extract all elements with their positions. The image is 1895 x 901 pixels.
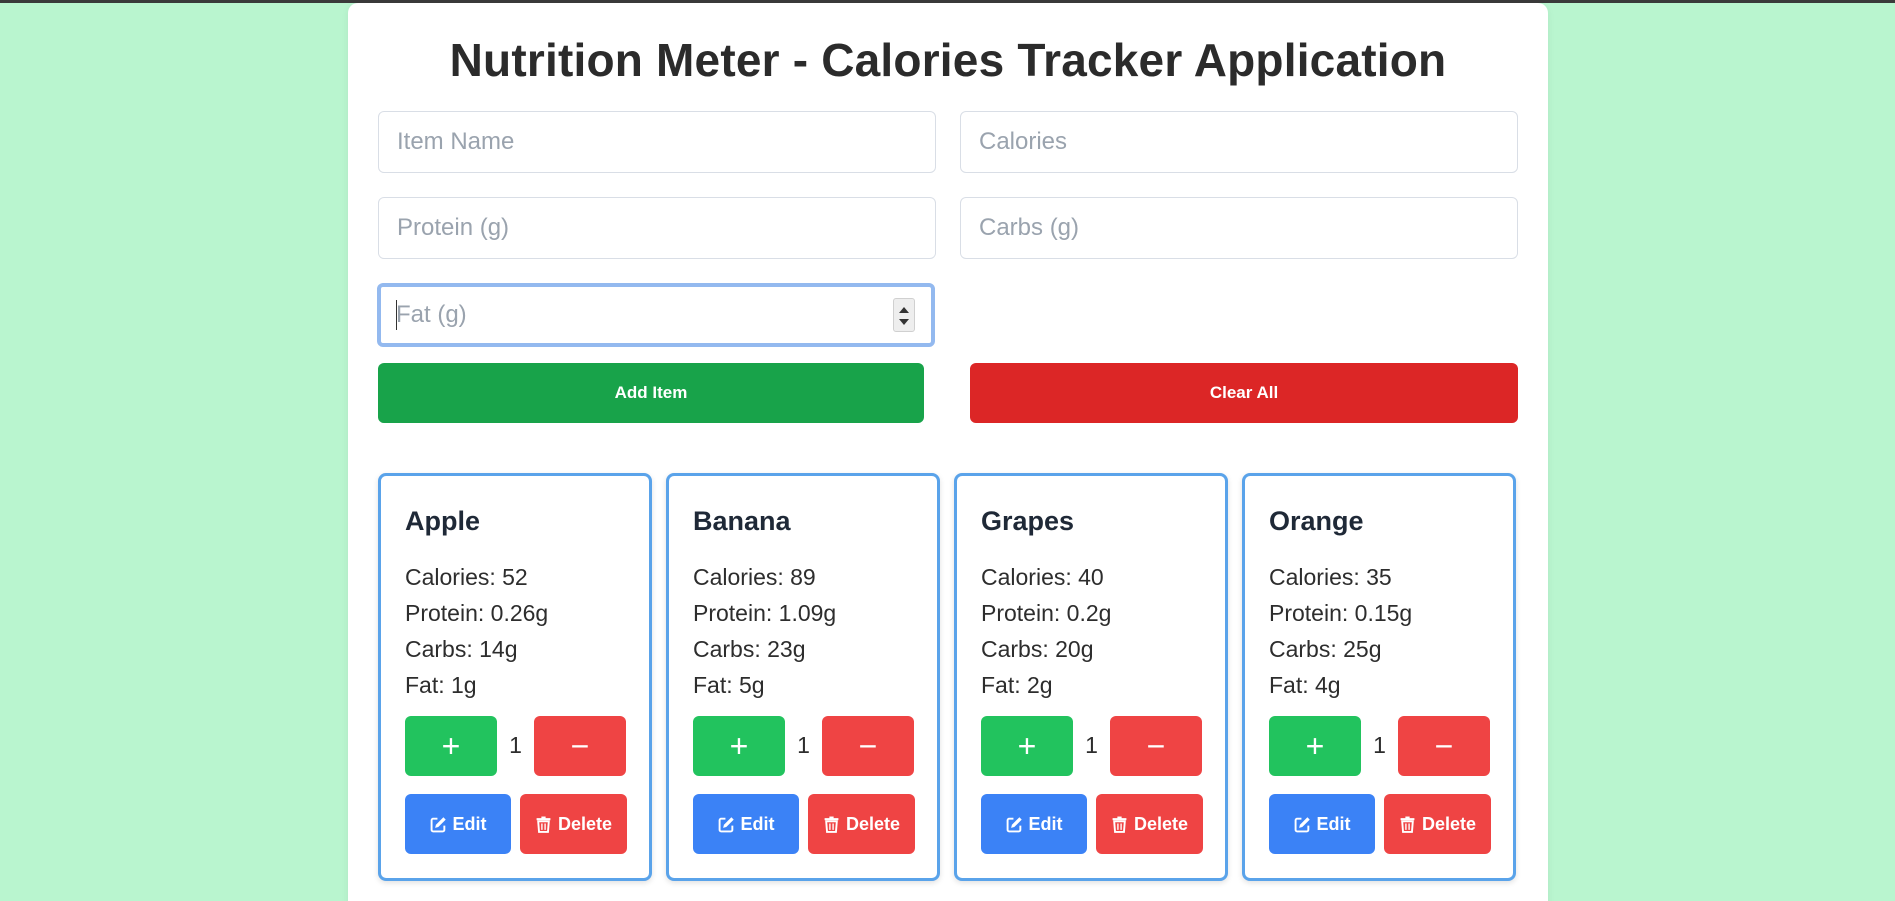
- item-carbs: Carbs: 25g: [1269, 636, 1382, 662]
- item-carbs: Carbs: 14g: [405, 636, 518, 662]
- trash-icon: [824, 816, 839, 833]
- text-caret: [396, 300, 397, 330]
- edit-label: Edit: [1028, 813, 1063, 834]
- pencil-square-icon: [1294, 816, 1310, 832]
- trash-icon: [536, 816, 551, 833]
- pencil-square-icon: [1006, 816, 1022, 832]
- item-protein: Protein: 0.26g: [405, 600, 549, 626]
- increase-quantity-button[interactable]: +: [1269, 716, 1361, 776]
- page-title: Nutrition Meter - Calories Tracker Appli…: [449, 34, 1447, 86]
- edit-label: Edit: [740, 813, 775, 834]
- increase-quantity-button[interactable]: +: [693, 716, 785, 776]
- fat-input[interactable]: [377, 283, 935, 347]
- delete-button[interactable]: Delete: [808, 794, 915, 854]
- item-carbs: Carbs: 20g: [981, 636, 1094, 662]
- decrease-quantity-button[interactable]: −: [534, 716, 626, 776]
- decrease-quantity-button[interactable]: −: [1110, 716, 1202, 776]
- quantity-value: 1: [509, 732, 522, 758]
- decrease-quantity-button[interactable]: −: [1398, 716, 1490, 776]
- item-card: Banana Calories: 89 Protein: 1.09g Carbs…: [666, 473, 940, 881]
- item-carbs: Carbs: 23g: [693, 636, 806, 662]
- item-fat: Fat: 1g: [405, 672, 477, 698]
- delete-label: Delete: [1421, 813, 1477, 834]
- item-calories: Calories: 35: [1269, 564, 1392, 590]
- item-protein: Protein: 1.09g: [693, 600, 837, 626]
- delete-label: Delete: [557, 813, 613, 834]
- edit-label: Edit: [452, 813, 487, 834]
- trash-icon: [1400, 816, 1415, 833]
- delete-button[interactable]: Delete: [520, 794, 627, 854]
- delete-label: Delete: [845, 813, 901, 834]
- clear-all-button[interactable]: Clear All: [970, 363, 1518, 423]
- edit-button[interactable]: Edit: [981, 794, 1087, 854]
- item-fat: Fat: 2g: [981, 672, 1053, 698]
- quantity-value: 1: [1085, 732, 1098, 758]
- calories-input[interactable]: [960, 111, 1518, 173]
- stepper-up-icon[interactable]: [899, 307, 909, 313]
- edit-label: Edit: [1316, 813, 1351, 834]
- pencil-square-icon: [718, 816, 734, 832]
- fat-stepper[interactable]: [893, 298, 915, 332]
- edit-button[interactable]: Edit: [693, 794, 799, 854]
- item-protein: Protein: 0.15g: [1269, 600, 1413, 626]
- item-card-list: Apple Calories: 52 Protein: 0.26g Carbs:…: [378, 473, 1518, 881]
- protein-input[interactable]: [378, 197, 936, 259]
- stepper-down-icon[interactable]: [899, 319, 909, 325]
- item-card: Orange Calories: 35 Protein: 0.15g Carbs…: [1242, 473, 1516, 881]
- item-name: Orange: [1269, 506, 1364, 536]
- item-protein: Protein: 0.2g: [981, 600, 1112, 626]
- app-panel: Nutrition Meter - Calories Tracker Appli…: [348, 3, 1548, 901]
- item-name: Grapes: [981, 506, 1075, 536]
- quantity-value: 1: [1373, 732, 1386, 758]
- item-card: Grapes Calories: 40 Protein: 0.2g Carbs:…: [954, 473, 1228, 881]
- item-calories: Calories: 52: [405, 564, 528, 590]
- item-calories: Calories: 89: [693, 564, 816, 590]
- item-name: Apple: [405, 506, 481, 536]
- delete-label: Delete: [1133, 813, 1189, 834]
- item-calories: Calories: 40: [981, 564, 1104, 590]
- trash-icon: [1112, 816, 1127, 833]
- carbs-input[interactable]: [960, 197, 1518, 259]
- delete-button[interactable]: Delete: [1096, 794, 1203, 854]
- add-item-button[interactable]: Add Item: [378, 363, 924, 423]
- item-fat: Fat: 4g: [1269, 672, 1341, 698]
- item-fat: Fat: 5g: [693, 672, 765, 698]
- quantity-value: 1: [797, 732, 810, 758]
- increase-quantity-button[interactable]: +: [981, 716, 1073, 776]
- decrease-quantity-button[interactable]: −: [822, 716, 914, 776]
- item-card: Apple Calories: 52 Protein: 0.26g Carbs:…: [378, 473, 652, 881]
- delete-button[interactable]: Delete: [1384, 794, 1491, 854]
- item-name: Banana: [693, 506, 791, 536]
- increase-quantity-button[interactable]: +: [405, 716, 497, 776]
- edit-button[interactable]: Edit: [405, 794, 511, 854]
- edit-button[interactable]: Edit: [1269, 794, 1375, 854]
- pencil-square-icon: [430, 816, 446, 832]
- item-name-input[interactable]: [378, 111, 936, 173]
